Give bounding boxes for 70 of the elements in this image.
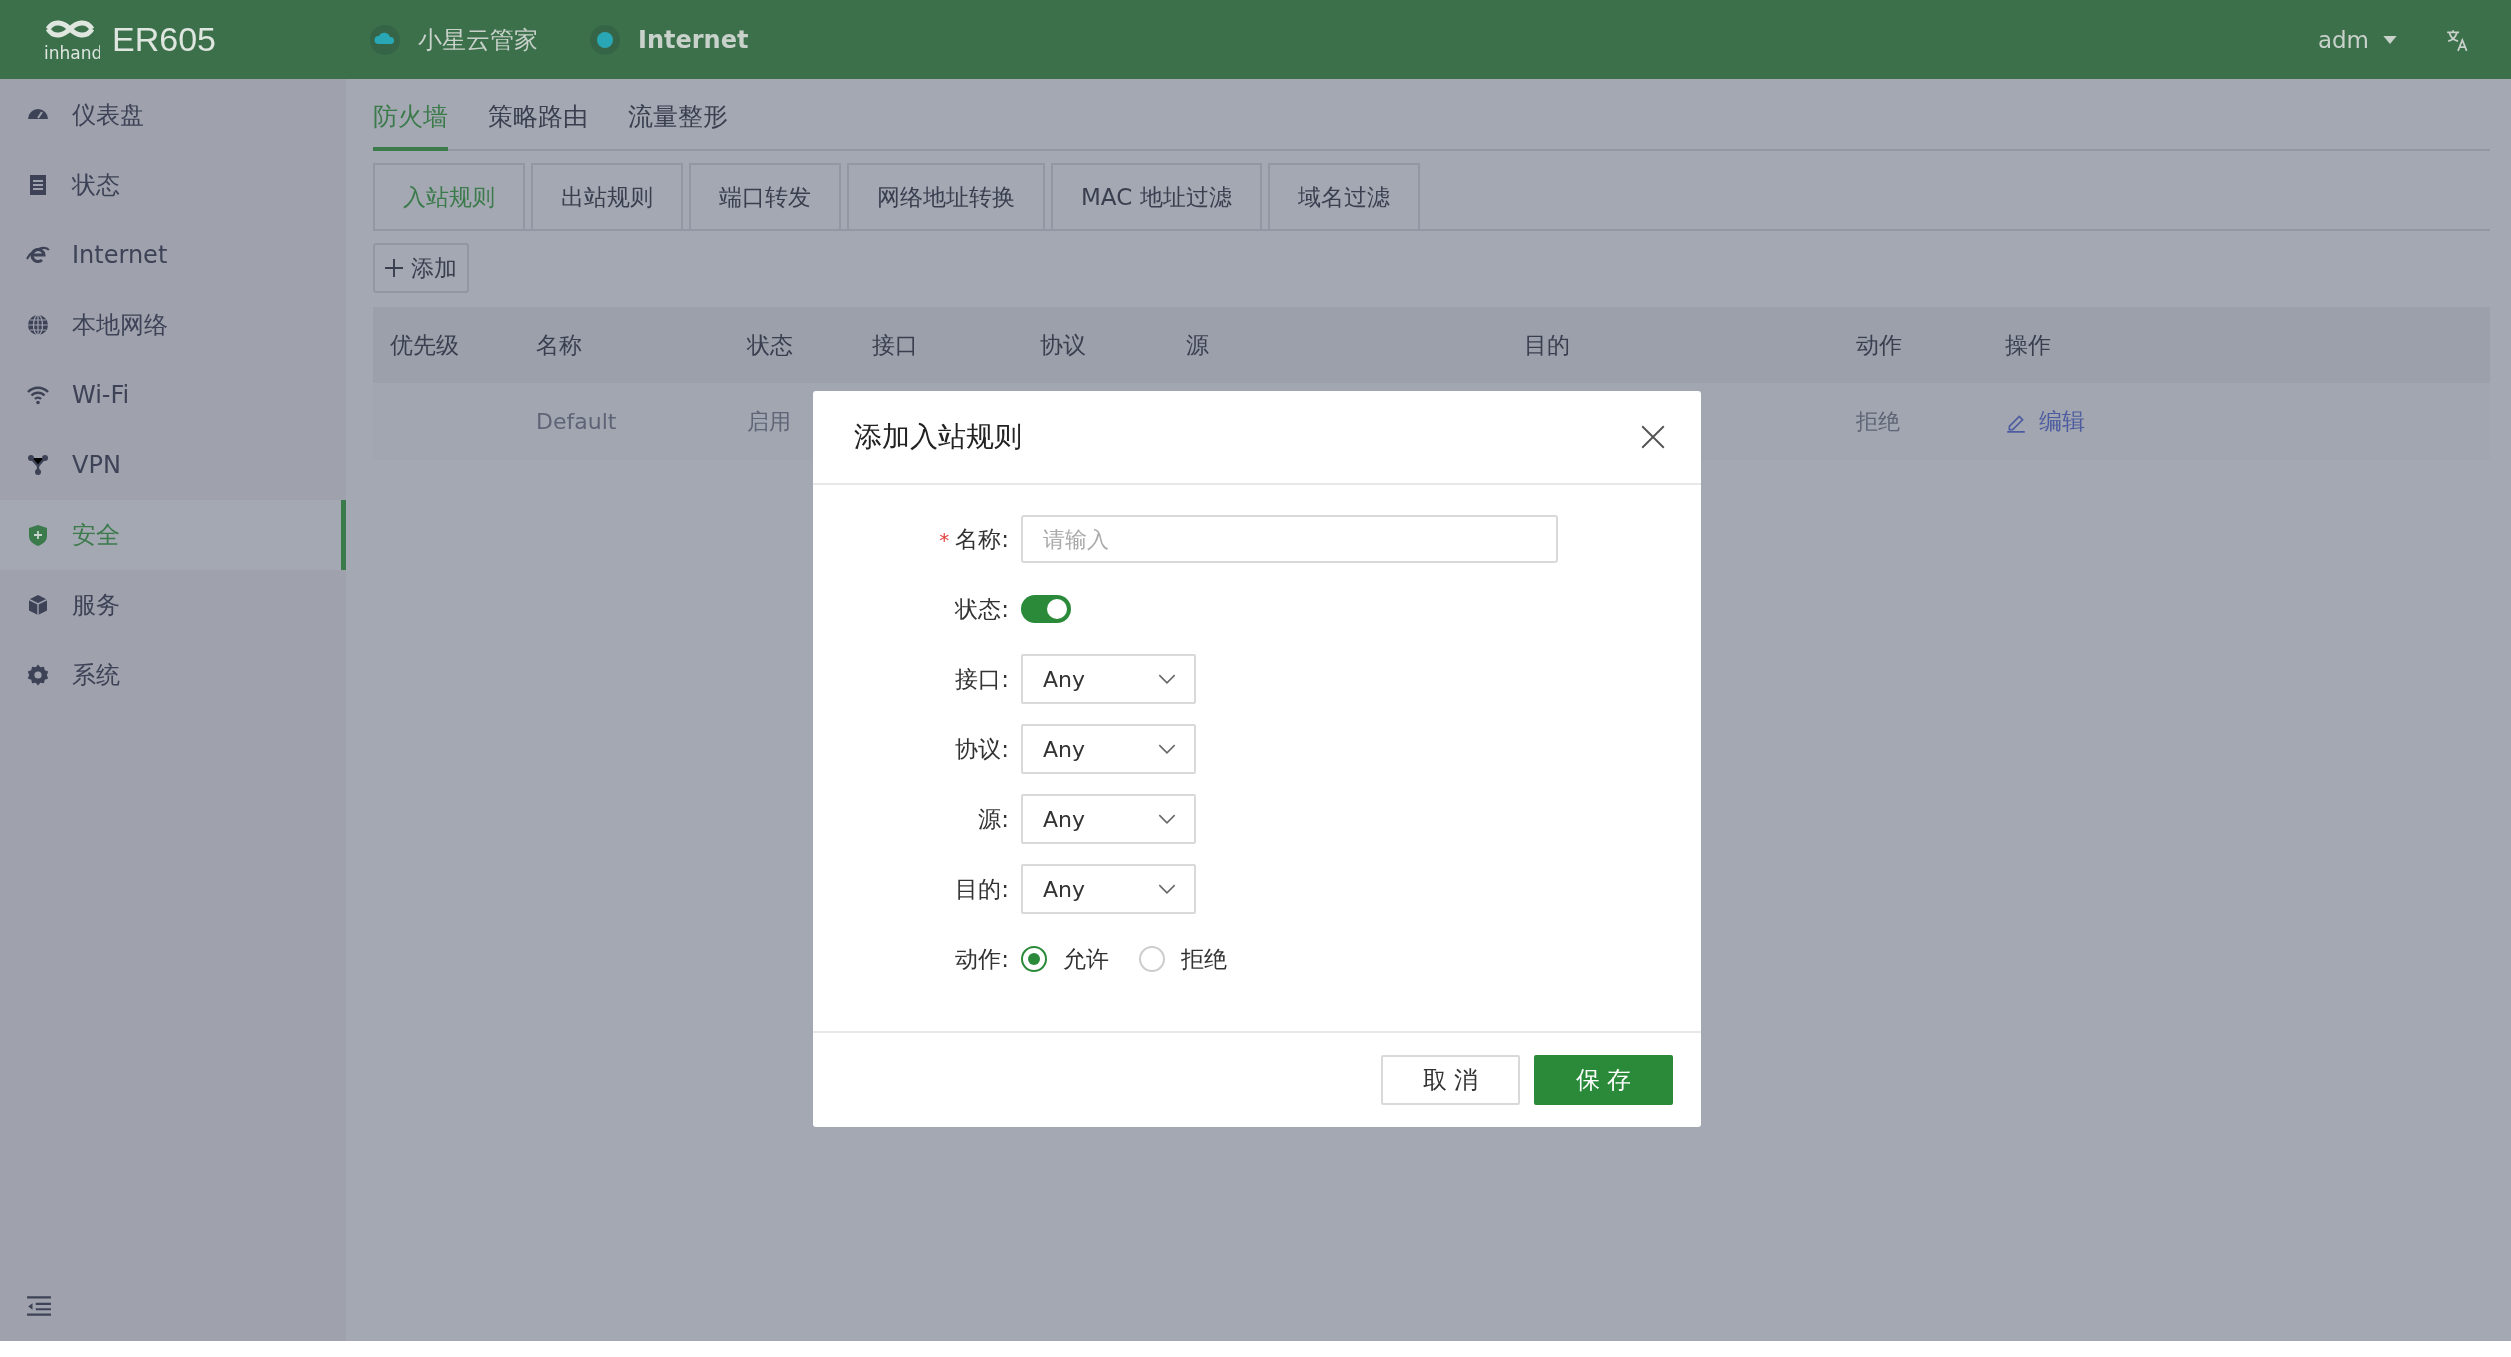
chevron-down-icon [1158,813,1176,825]
table-cell-text: Default [535,409,618,434]
column-header: 动作 [1855,330,1903,360]
column-header: 优先级 [389,330,460,360]
cancel-button[interactable]: 取 消 [1381,1055,1520,1105]
edit-link[interactable]: 编辑 [1988,406,2490,437]
subtab[interactable]: MAC 地址过滤 [1051,163,1262,229]
status-dot-icon [590,24,620,55]
radio-button[interactable] [1139,946,1165,972]
dialog-title: 添加入站规则 [854,419,1022,455]
status-label: Internet [638,25,749,54]
sidebar-item[interactable]: Wi-Fi [0,360,346,430]
close-icon [1641,425,1665,449]
sidebar-item[interactable]: Internet [0,220,346,290]
chevron-down-icon [1158,883,1176,895]
gear-icon [26,663,50,687]
column-header: 协议 [1039,330,1087,360]
dropdown[interactable]: Any [1021,654,1196,704]
plus-icon [385,259,403,277]
table-cell-text: 拒绝 [1855,407,1901,436]
field-label: 源: [978,805,1009,832]
save-button[interactable]: 保 存 [1534,1055,1673,1105]
toggle-switch[interactable] [1021,595,1071,623]
sidebar-item[interactable]: 状态 [0,150,346,220]
sidebar-item[interactable]: 系统 [0,640,346,710]
field-label: 协议: [955,735,1009,762]
chevron-down-icon [1158,743,1176,755]
tab[interactable]: 流量整形 [628,100,728,151]
network-nodes-icon [26,453,50,477]
subtab[interactable]: 端口转发 [689,163,841,229]
tab[interactable]: 策略路由 [488,100,588,151]
sidebar-item[interactable]: 本地网络 [0,290,346,360]
column-header: 接口 [871,330,919,360]
sidebar-item[interactable]: VPN [0,430,346,500]
subtab[interactable]: 域名过滤 [1267,163,1420,229]
status-label: 小星云管家 [418,24,538,56]
collapse-icon [26,1295,52,1317]
column-header: 源 [1185,330,1210,360]
field-label: 名称: [955,525,1009,552]
chevron-down-icon [1158,673,1176,685]
column-header: 目的 [1523,330,1571,360]
name-input-field[interactable]: 请输入 [1021,515,1558,563]
close-button[interactable] [1641,424,1667,450]
radio-label[interactable]: 允许 [1063,943,1109,975]
product-name: ER605 [112,20,216,59]
dropdown[interactable]: Any [1021,724,1196,774]
sidebar-item[interactable]: 服务 [0,570,346,640]
add-button[interactable]: 添加 [373,243,469,293]
required-mark: * [939,527,950,552]
subtab[interactable]: 网络地址转换 [847,163,1045,229]
field-label: 动作: [955,945,1009,972]
dropdown[interactable]: Any [1021,864,1196,914]
radio-button[interactable] [1021,946,1047,972]
shield-icon [26,523,50,547]
column-header: 状态 [746,330,794,360]
globe-icon [26,313,50,337]
user-menu[interactable]: adm [2317,26,2397,53]
column-header: 名称 [535,330,583,360]
subtab[interactable]: 出站规则 [531,163,683,229]
caret-down-icon [2383,35,2397,44]
column-header: 操作 [2004,330,2052,360]
cube-icon [26,593,50,617]
radio-label[interactable]: 拒绝 [1181,943,1227,975]
field-label: 状态: [955,595,1009,622]
sidebar-item[interactable]: 仪表盘 [0,80,346,150]
field-label: 接口: [955,665,1009,692]
dropdown[interactable]: Any [1021,794,1196,844]
cloud-icon [370,24,400,55]
table-cell-text: 启用 [746,407,792,436]
field-label: 目的: [955,875,1009,902]
